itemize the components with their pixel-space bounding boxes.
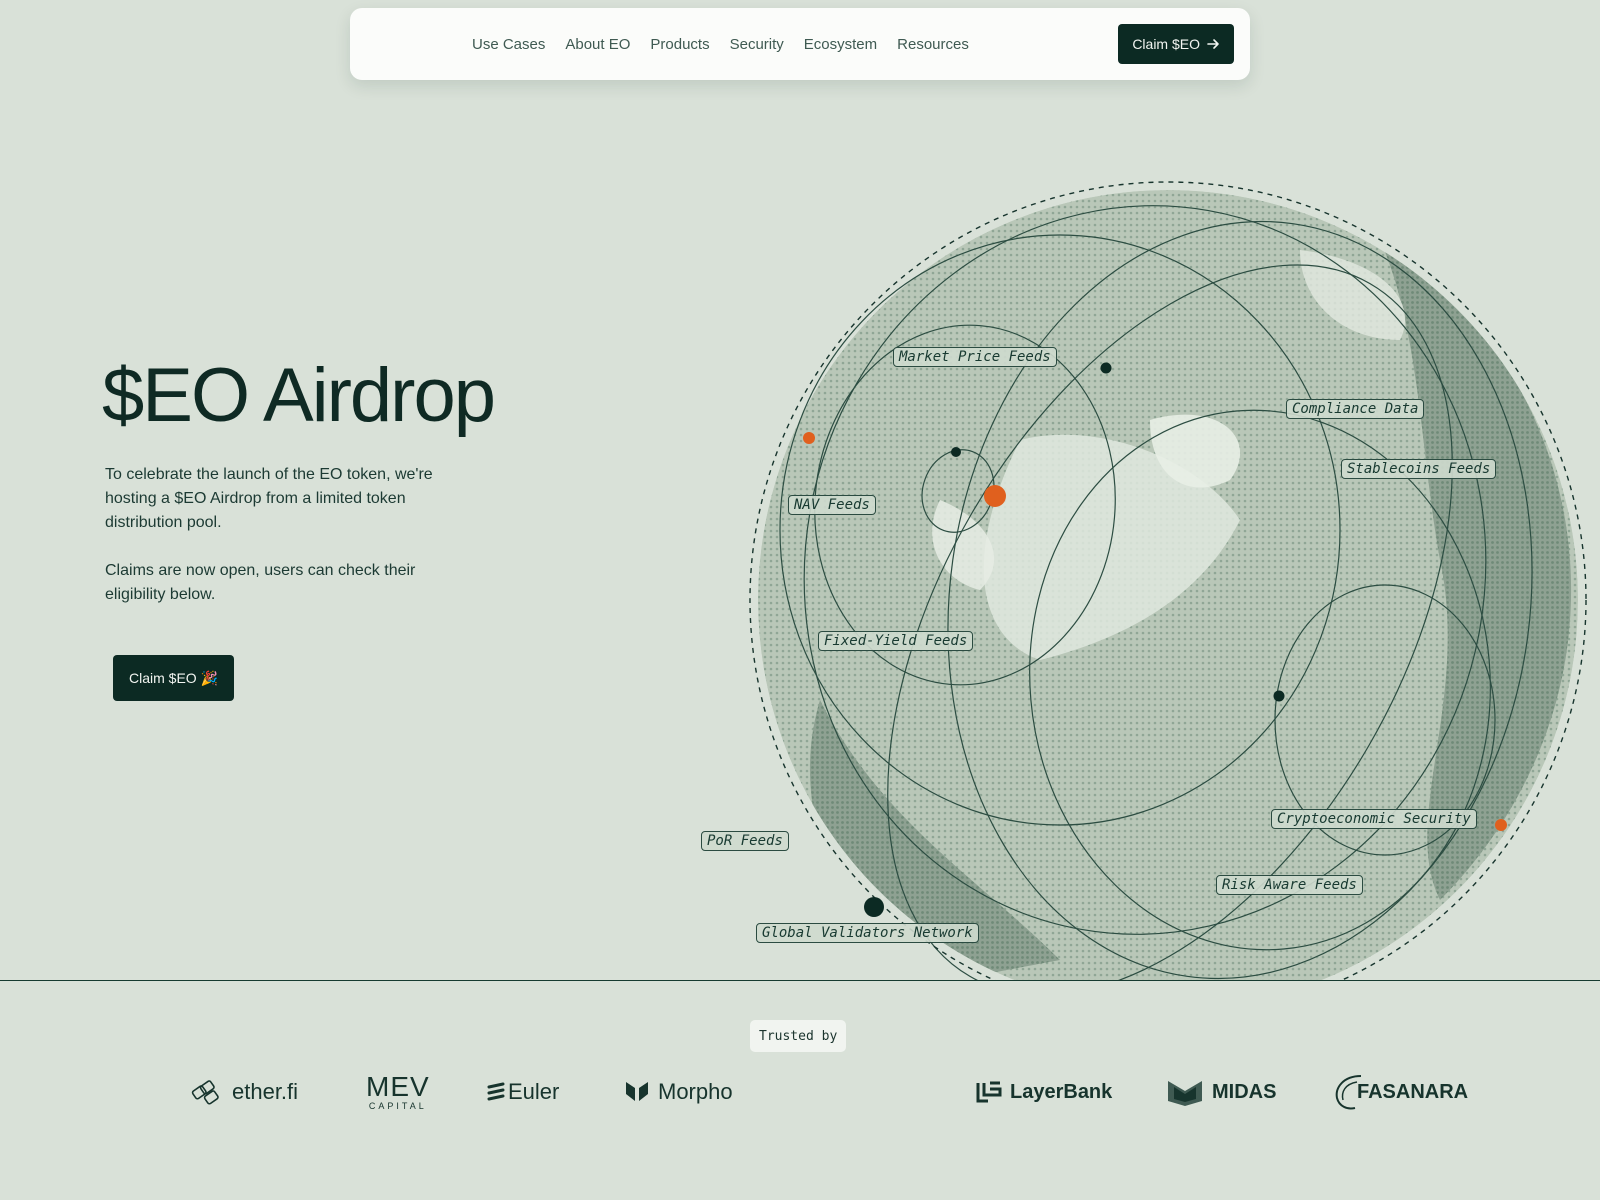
hero-paragraph-1: To celebrate the launch of the EO token,… xyxy=(105,466,433,531)
morpho-logo-text: Morpho xyxy=(658,1079,733,1104)
node-dark-2 xyxy=(951,447,961,457)
nav-claim-label: Claim $EO xyxy=(1132,36,1200,52)
euler-logo-text: Euler xyxy=(508,1079,560,1104)
mev-logo-subtext: CAPITAL xyxy=(368,1101,427,1111)
node-orange-right xyxy=(1495,819,1507,831)
trusted-by-badge: Trusted by xyxy=(750,1020,847,1052)
midas-mark-icon xyxy=(1168,1081,1202,1106)
label-compliance-data: Compliance Data xyxy=(1286,399,1425,419)
layerbank-logo-text: LayerBank xyxy=(1010,1080,1113,1103)
label-nav-feeds: NAV Feeds xyxy=(788,495,876,515)
label-cryptoeconomic-security: Cryptoeconomic Security xyxy=(1271,809,1477,829)
label-por-feeds: PoR Feeds xyxy=(701,831,789,851)
fasanara-logo-text: FASANARA xyxy=(1357,1080,1469,1103)
logo-layerbank[interactable]: LayerBank xyxy=(976,1070,1112,1114)
globe-surface xyxy=(758,190,1578,980)
node-dark-3 xyxy=(1273,690,1285,702)
etherfi-logo-text: ether.fi xyxy=(232,1079,299,1104)
arrow-right-icon xyxy=(1207,39,1219,49)
morpho-mark-icon xyxy=(626,1082,648,1101)
logo-fasanara[interactable]: FASANARA xyxy=(1331,1070,1468,1114)
logo-mev-capital[interactable]: MEV CAPITAL xyxy=(366,1070,430,1114)
label-market-price-feeds: Market Price Feeds xyxy=(893,347,1057,367)
node-dark-validator xyxy=(864,897,884,917)
trusted-by-label: Trusted by xyxy=(759,1028,838,1044)
logo-midas[interactable]: MIDAS xyxy=(1166,1070,1276,1114)
mev-logo-text: MEV xyxy=(366,1071,430,1102)
euler-mark-icon xyxy=(487,1082,505,1101)
top-navbar: Use Cases About EO Products Security Eco… xyxy=(350,8,1250,80)
label-global-validators-network: Global Validators Network xyxy=(756,923,979,943)
nav-links: Use Cases About EO Products Security Eco… xyxy=(472,8,969,80)
nav-link-use-cases[interactable]: Use Cases xyxy=(472,36,545,53)
hero-paragraph-2: Claims are now open, users can check the… xyxy=(105,562,416,603)
label-fixed-yield-feeds: Fixed-Yield Feeds xyxy=(818,631,974,651)
layerbank-mark-icon xyxy=(976,1081,1002,1103)
outer-dashed-orbit xyxy=(749,181,1587,980)
nav-link-products[interactable]: Products xyxy=(650,36,709,53)
logo-morpho[interactable]: Morpho xyxy=(624,1070,733,1114)
hero-claim-button[interactable]: Claim $EO 🎉 xyxy=(113,655,235,701)
label-stablecoins-feeds: Stablecoins Feeds xyxy=(1341,459,1497,479)
nav-link-security[interactable]: Security xyxy=(730,36,784,53)
label-risk-aware-feeds: Risk Aware Feeds xyxy=(1216,875,1363,895)
node-dark-1 xyxy=(1100,362,1112,374)
node-orange-center xyxy=(984,485,1006,507)
node-orange-left xyxy=(803,432,815,444)
nav-claim-button[interactable]: Claim $EO xyxy=(1118,24,1234,64)
midas-logo-text: MIDAS xyxy=(1212,1080,1277,1103)
orbit-lines xyxy=(779,205,1533,980)
etherfi-mark-icon xyxy=(191,1080,219,1105)
hero-claim-label: Claim $EO 🎉 xyxy=(129,669,219,686)
logo-etherfi[interactable]: ether.fi xyxy=(190,1070,298,1114)
hero-description: To celebrate the launch of the EO token,… xyxy=(105,463,435,607)
nav-link-resources[interactable]: Resources xyxy=(897,36,969,53)
logo-euler[interactable]: Euler xyxy=(486,1070,559,1114)
page-title: $EO Airdrop xyxy=(102,353,496,438)
nav-link-about-eo[interactable]: About EO xyxy=(565,36,630,53)
section-divider xyxy=(0,980,1600,981)
nav-link-ecosystem[interactable]: Ecosystem xyxy=(804,36,877,53)
